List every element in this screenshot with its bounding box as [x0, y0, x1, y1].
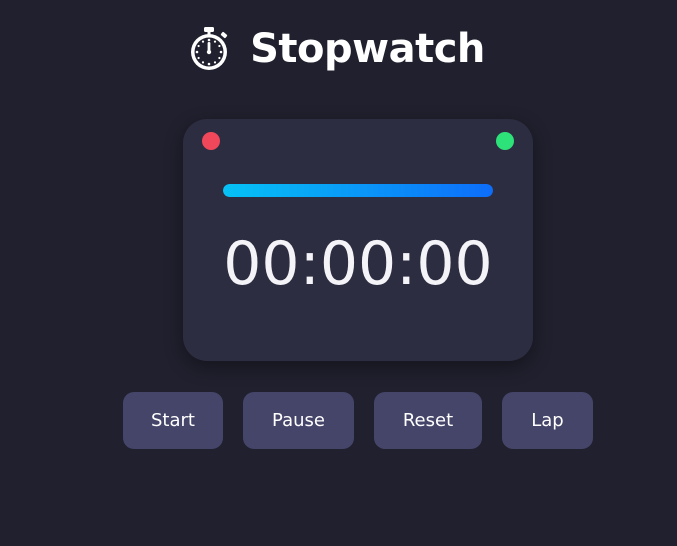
reset-button[interactable]: Reset [374, 392, 482, 449]
timer-card: 00:00:00 [183, 119, 533, 361]
page-title: Stopwatch [250, 26, 485, 72]
progress-bar [223, 184, 493, 197]
pause-button[interactable]: Pause [243, 392, 354, 449]
controls-bar: Start Pause Reset Lap [0, 392, 677, 449]
stopwatch-app: Stopwatch 00:00:00 Start Pause Reset Lap [0, 0, 677, 546]
status-dot-green [496, 132, 514, 150]
stopwatch-icon [186, 26, 232, 72]
header: Stopwatch [0, 22, 677, 76]
time-display: 00:00:00 [223, 229, 493, 299]
start-button[interactable]: Start [123, 392, 223, 449]
progress-bar-fill [223, 184, 493, 197]
lap-button[interactable]: Lap [502, 392, 593, 449]
status-dot-red [202, 132, 220, 150]
